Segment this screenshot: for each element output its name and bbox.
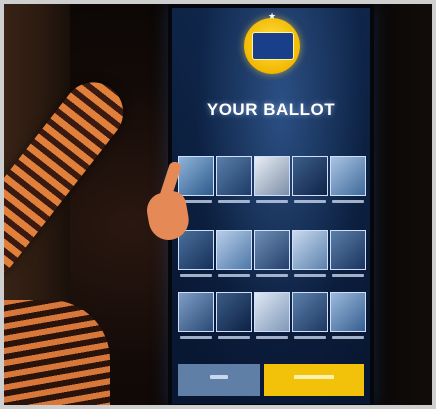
nominee-caption	[218, 336, 250, 339]
photo-scene: ★ YOUR BALLOT	[0, 0, 436, 409]
nominee-photo	[178, 230, 214, 270]
nominee-card[interactable]	[216, 230, 252, 280]
nominee-card[interactable]	[216, 156, 252, 206]
nominee-card[interactable]	[292, 292, 328, 342]
logo-banner	[252, 32, 294, 60]
nominee-photo	[292, 156, 328, 196]
back-button-label	[210, 375, 228, 379]
voting-kiosk: ★ YOUR BALLOT	[168, 4, 374, 406]
nominee-photo	[178, 156, 214, 196]
submit-button[interactable]	[264, 364, 364, 396]
nominee-photo	[254, 156, 290, 196]
nominee-card[interactable]	[330, 230, 366, 280]
nominee-photo	[216, 292, 252, 332]
award-logo-badge: ★	[244, 12, 300, 74]
nominee-photo	[178, 292, 214, 332]
nominee-photo	[330, 292, 366, 332]
ballot-title: YOUR BALLOT	[206, 100, 336, 119]
nominee-card[interactable]	[254, 292, 290, 342]
nominee-photo	[216, 156, 252, 196]
nominee-caption	[218, 274, 250, 277]
nominee-caption	[294, 336, 326, 339]
nominee-row	[178, 156, 366, 216]
nominee-photo	[292, 292, 328, 332]
nominee-photo	[292, 230, 328, 270]
nominee-caption	[180, 274, 212, 277]
nominee-caption	[256, 274, 288, 277]
nominee-row	[178, 230, 366, 290]
nominee-card[interactable]	[178, 292, 214, 342]
nominee-card[interactable]	[330, 292, 366, 342]
nominee-caption	[294, 200, 326, 203]
nominee-photo	[254, 292, 290, 332]
nominee-photo	[330, 230, 366, 270]
nominee-photo	[254, 230, 290, 270]
nominee-caption	[332, 336, 364, 339]
nominee-card[interactable]	[254, 156, 290, 206]
nominee-caption	[180, 336, 212, 339]
nominee-caption	[332, 200, 364, 203]
person-torso	[0, 300, 110, 409]
nominee-card[interactable]	[292, 156, 328, 206]
nominee-caption	[256, 200, 288, 203]
nominee-card[interactable]	[254, 230, 290, 280]
nominee-card[interactable]	[330, 156, 366, 206]
nominee-caption	[218, 200, 250, 203]
nominee-caption	[332, 274, 364, 277]
right-wall	[376, 0, 436, 409]
star-icon: ★	[267, 11, 277, 21]
nominee-photo	[216, 230, 252, 270]
kiosk-screen: ★ YOUR BALLOT	[172, 8, 370, 404]
nominee-row	[178, 292, 366, 352]
nominee-caption	[294, 274, 326, 277]
nominee-card[interactable]	[292, 230, 328, 280]
nominee-caption	[256, 336, 288, 339]
back-button[interactable]	[178, 364, 260, 396]
nominee-card[interactable]	[216, 292, 252, 342]
nominee-card[interactable]	[178, 230, 214, 280]
nominee-photo	[330, 156, 366, 196]
submit-button-label	[294, 375, 334, 379]
